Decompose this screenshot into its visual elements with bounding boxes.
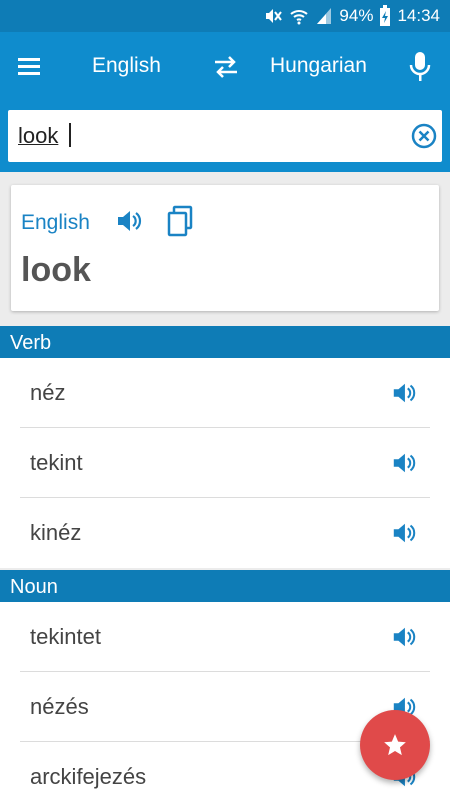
battery-charging-icon <box>380 5 391 26</box>
section-header-verb: Verb <box>0 326 450 358</box>
source-language-button[interactable]: English <box>92 54 161 78</box>
list-item[interactable]: kinéz <box>20 498 430 568</box>
source-word: look <box>21 251 91 289</box>
clock: 14:34 <box>397 6 440 25</box>
swap-languages-icon[interactable] <box>211 52 241 82</box>
text-cursor <box>69 123 71 147</box>
menu-icon[interactable] <box>16 54 44 80</box>
search-input[interactable]: look <box>8 110 442 162</box>
battery-percent: 94% <box>339 6 374 25</box>
copy-icon[interactable] <box>166 205 194 237</box>
clear-search-icon[interactable] <box>410 122 438 150</box>
speaker-icon[interactable] <box>391 624 417 650</box>
list-item[interactable]: tekint <box>20 428 430 498</box>
wifi-icon <box>290 10 309 25</box>
microphone-icon[interactable] <box>408 50 432 84</box>
speaker-icon[interactable] <box>391 520 417 546</box>
translation-term: tekint <box>30 450 83 475</box>
target-language-button[interactable]: Hungarian <box>270 54 367 78</box>
list-item[interactable]: tekintet <box>20 602 430 672</box>
list-item[interactable]: néz <box>20 358 430 428</box>
status-bar: 94% 14:34 <box>0 0 450 32</box>
translation-term: tekintet <box>30 624 101 649</box>
app-bar: English Hungarian <box>0 32 450 102</box>
speaker-icon[interactable] <box>391 380 417 406</box>
search-input-value: look <box>18 123 59 148</box>
signal-icon <box>317 8 332 24</box>
translation-term: néz <box>30 380 66 405</box>
verb-list: néz tekint kinéz <box>0 358 450 568</box>
speaker-icon[interactable] <box>115 207 143 235</box>
translation-term: nézés <box>30 694 89 719</box>
section-header-noun: Noun <box>0 570 450 602</box>
star-icon <box>384 734 406 756</box>
translation-term: kinéz <box>30 520 82 545</box>
search-bar: look <box>0 102 450 172</box>
translation-term: arckifejezés <box>30 764 147 789</box>
speaker-icon[interactable] <box>391 450 417 476</box>
favorite-button[interactable] <box>360 710 430 780</box>
source-word-card: English look <box>11 185 439 311</box>
mute-icon <box>266 9 283 23</box>
card-language-label: English <box>21 211 90 234</box>
